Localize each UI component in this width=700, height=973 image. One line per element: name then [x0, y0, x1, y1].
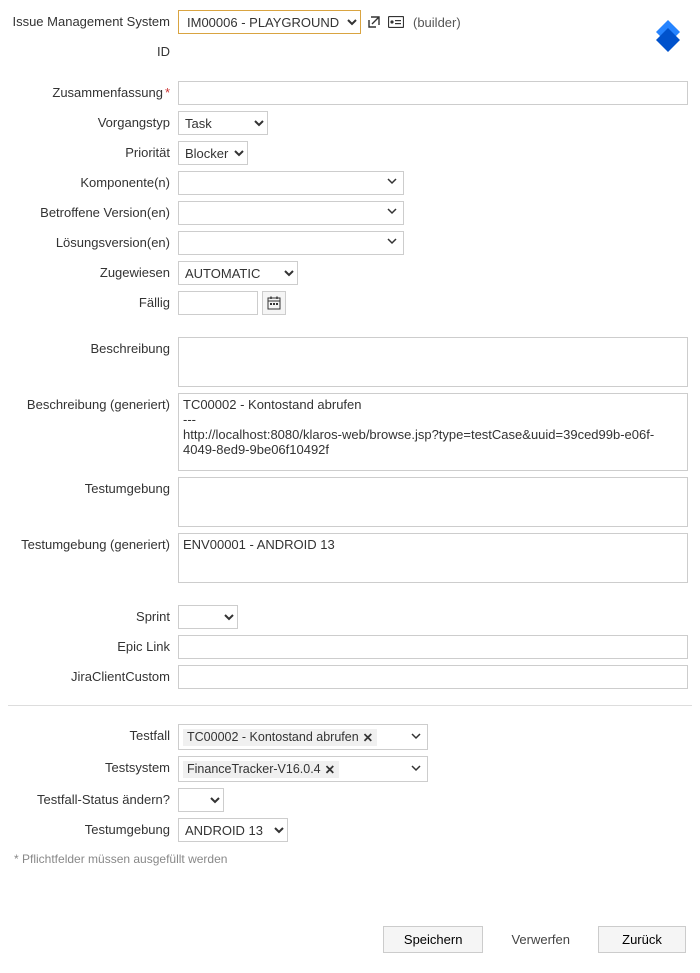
- required-fields-note: * Pflichtfelder müssen ausgefüllt werden: [14, 852, 692, 866]
- chevron-down-icon: [387, 176, 397, 186]
- assignee-select[interactable]: AUTOMATIC: [178, 261, 298, 285]
- calendar-button[interactable]: [262, 291, 286, 315]
- description-gen-label: Beschreibung (generiert): [8, 393, 178, 412]
- testenv-label: Testumgebung: [8, 477, 178, 496]
- chevron-down-icon: [387, 236, 397, 246]
- priority-select[interactable]: Blocker: [178, 141, 248, 165]
- testcase-label: Testfall: [8, 724, 178, 743]
- calendar-icon: [267, 296, 281, 310]
- testsystem-label: Testsystem: [8, 756, 178, 775]
- ims-label: Issue Management System: [8, 10, 178, 29]
- ims-select[interactable]: IM00006 - PLAYGROUND: [178, 10, 361, 34]
- testcase-select[interactable]: TC00002 - Kontostand abrufen ✕: [178, 724, 428, 750]
- testenv-gen-label: Testumgebung (generiert): [8, 533, 178, 552]
- summary-input[interactable]: [178, 81, 688, 105]
- testcase-status-label: Testfall-Status ändern?: [8, 788, 178, 807]
- description-label: Beschreibung: [8, 337, 178, 356]
- sprint-label: Sprint: [8, 605, 178, 624]
- components-select[interactable]: [178, 171, 404, 195]
- builder-note: (builder): [413, 15, 461, 30]
- components-label: Komponente(n): [8, 171, 178, 190]
- discard-button[interactable]: Verwerfen: [497, 926, 584, 953]
- jira-logo: [650, 18, 686, 54]
- fix-versions-select[interactable]: [178, 231, 404, 255]
- sprint-select[interactable]: [178, 605, 238, 629]
- section-divider: [8, 705, 692, 706]
- chevron-down-icon: [387, 206, 397, 216]
- id-label: ID: [8, 40, 178, 59]
- due-label: Fällig: [8, 291, 178, 310]
- due-date-input[interactable]: [178, 291, 258, 315]
- testsystem-select[interactable]: FinanceTracker-V16.0.4 ✕: [178, 756, 428, 782]
- testenv2-select[interactable]: ANDROID 13: [178, 818, 288, 842]
- remove-tag-icon[interactable]: ✕: [325, 762, 335, 777]
- chevron-down-icon: [411, 731, 421, 741]
- issuetype-label: Vorgangstyp: [8, 111, 178, 130]
- jiraclientcustom-input[interactable]: [178, 665, 688, 689]
- summary-label: Zusammenfassung*: [8, 81, 178, 100]
- external-link-icon[interactable]: [365, 13, 383, 31]
- assignee-label: Zugewiesen: [8, 261, 178, 280]
- back-button[interactable]: Zurück: [598, 926, 686, 953]
- testcase-tag: TC00002 - Kontostand abrufen ✕: [183, 729, 377, 746]
- testcase-tag-label: TC00002 - Kontostand abrufen: [187, 730, 359, 744]
- epic-label: Epic Link: [8, 635, 178, 654]
- affected-versions-select[interactable]: [178, 201, 404, 225]
- fix-versions-label: Lösungsversion(en): [8, 231, 178, 250]
- testsystem-tag: FinanceTracker-V16.0.4 ✕: [183, 761, 339, 778]
- card-icon[interactable]: [387, 13, 405, 31]
- chevron-down-icon: [411, 763, 421, 773]
- description-textarea[interactable]: [178, 337, 688, 387]
- remove-tag-icon[interactable]: ✕: [363, 730, 373, 745]
- epic-link-input[interactable]: [178, 635, 688, 659]
- issuetype-select[interactable]: Task: [178, 111, 268, 135]
- affected-versions-label: Betroffene Version(en): [8, 201, 178, 220]
- jiraclientcustom-label: JiraClientCustom: [8, 665, 178, 684]
- testsystem-tag-label: FinanceTracker-V16.0.4: [187, 762, 321, 776]
- priority-label: Priorität: [8, 141, 178, 160]
- testenv-gen-textarea[interactable]: [178, 533, 688, 583]
- description-gen-textarea[interactable]: [178, 393, 688, 471]
- testenv2-label: Testumgebung: [8, 818, 178, 837]
- save-button[interactable]: Speichern: [383, 926, 484, 953]
- testenv-textarea[interactable]: [178, 477, 688, 527]
- testcase-status-select[interactable]: [178, 788, 224, 812]
